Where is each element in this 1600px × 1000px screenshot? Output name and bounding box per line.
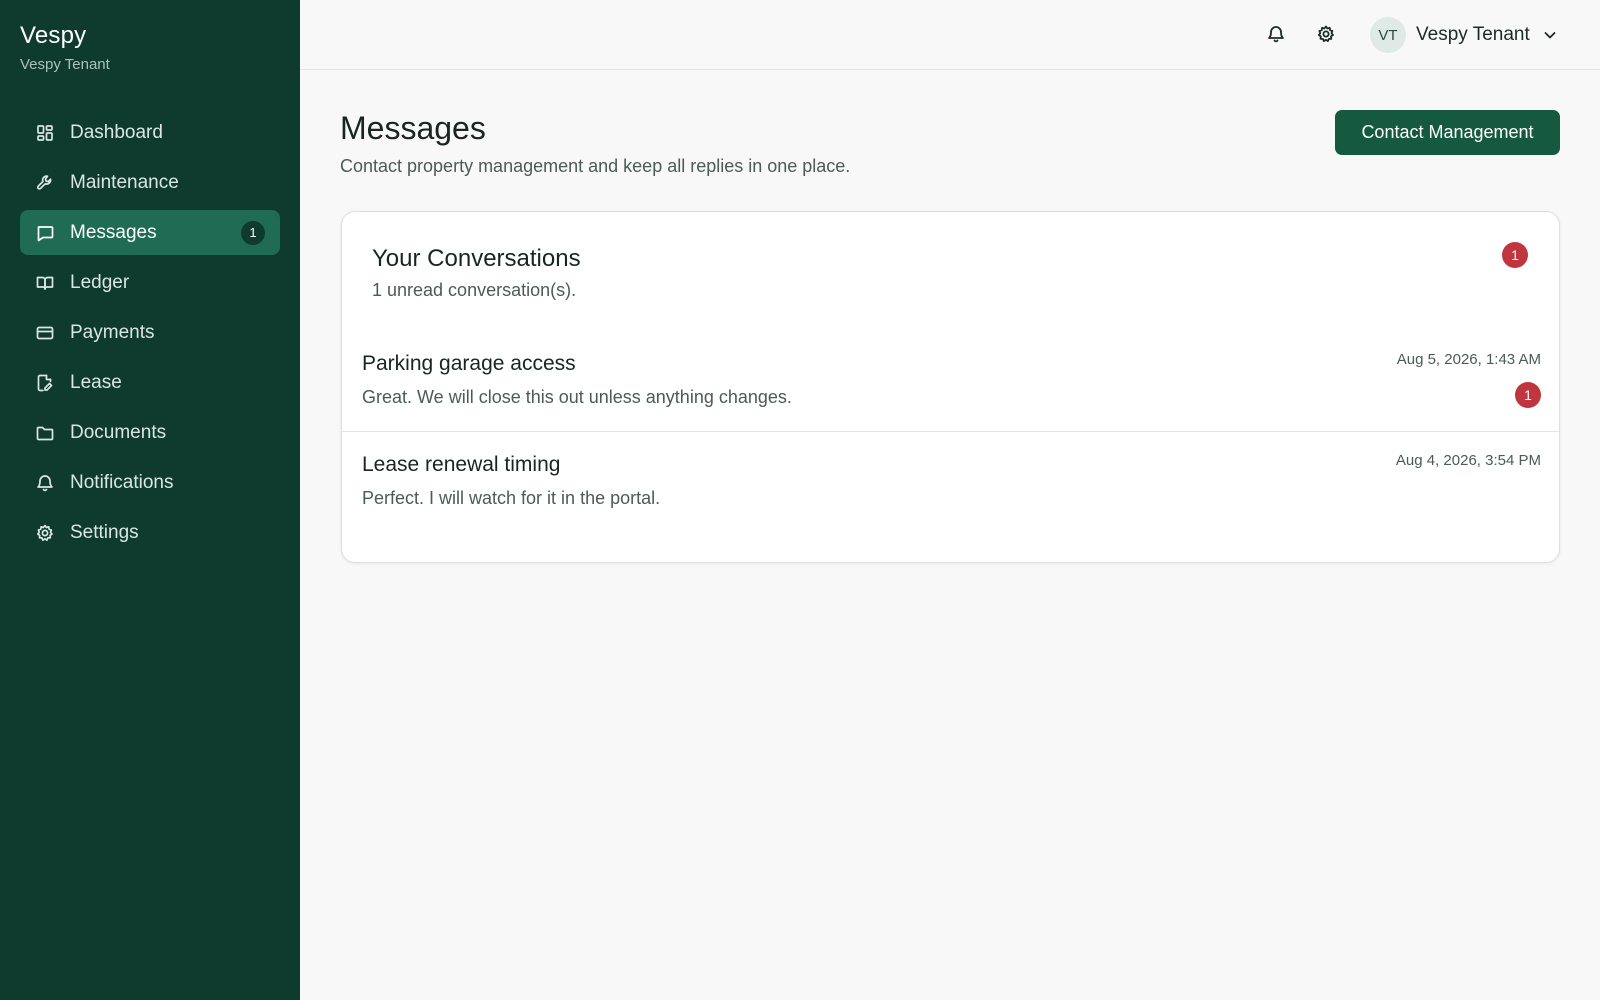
conversation-title: Parking garage access — [362, 352, 576, 375]
contact-management-button[interactable]: Contact Management — [1335, 110, 1560, 155]
brand-name[interactable]: Vespy — [20, 22, 110, 50]
bell-icon — [35, 473, 55, 493]
conversation-item[interactable]: Parking garage access Great. We will clo… — [342, 332, 1559, 432]
sidebar-item-payments[interactable]: Payments — [20, 310, 280, 355]
wrench-icon — [35, 173, 55, 193]
card-title: Your Conversations — [372, 245, 581, 272]
brand: Vespy Vespy Tenant — [20, 22, 110, 73]
dashboard-icon — [35, 123, 55, 143]
settings-gear-icon[interactable] — [1314, 22, 1338, 46]
page-subtitle: Contact property management and keep all… — [340, 156, 851, 176]
sidebar-item-label: Maintenance — [70, 171, 179, 193]
message-icon — [35, 223, 55, 243]
sidebar-item-label: Dashboard — [70, 121, 163, 143]
conversation-title: Lease renewal timing — [362, 453, 561, 476]
file-edit-icon — [35, 373, 55, 393]
page-title: Messages — [340, 110, 486, 146]
conversation-timestamp: Aug 5, 2026, 1:43 AM — [1396, 351, 1541, 368]
folder-icon — [35, 423, 55, 443]
sidebar-item-notifications[interactable]: Notifications — [20, 460, 280, 505]
credit-card-icon — [35, 323, 55, 343]
chevron-down-icon — [1542, 26, 1560, 44]
topbar: VT Vespy Tenant — [300, 0, 1600, 70]
card-subtitle: 1 unread conversation(s). — [372, 280, 577, 300]
gear-icon — [35, 523, 55, 543]
sidebar-item-documents[interactable]: Documents — [20, 410, 280, 455]
messages-count-badge: 1 — [241, 220, 265, 245]
book-icon — [35, 273, 55, 293]
conversation-preview: Perfect. I will watch for it in the port… — [362, 488, 661, 508]
sidebar-item-label: Notifications — [70, 471, 174, 493]
sidebar-item-settings[interactable]: Settings — [20, 510, 280, 555]
sidebar-item-messages[interactable]: Messages 1 — [20, 210, 280, 255]
sidebar-item-label: Payments — [70, 321, 155, 343]
notifications-bell-icon[interactable] — [1264, 22, 1288, 46]
sidebar-nav: Dashboard Maintenance Messages 1 Ledger — [20, 110, 280, 560]
sidebar: Vespy Vespy Tenant Dashboard Maintenance… — [0, 0, 300, 1000]
sidebar-item-label: Ledger — [70, 271, 130, 293]
sidebar-item-label: Settings — [70, 521, 139, 543]
unread-count-badge: 1 — [1502, 242, 1528, 268]
sidebar-item-dashboard[interactable]: Dashboard — [20, 110, 280, 155]
brand-subtitle: Vespy Tenant — [20, 56, 110, 73]
sidebar-item-ledger[interactable]: Ledger — [20, 260, 280, 305]
sidebar-item-label: Lease — [70, 371, 122, 393]
conversation-unread-badge: 1 — [1515, 382, 1541, 408]
sidebar-item-label: Documents — [70, 421, 167, 443]
sidebar-item-lease[interactable]: Lease — [20, 360, 280, 405]
conversation-timestamp: Aug 4, 2026, 3:54 PM — [1395, 452, 1541, 469]
conversations-card: Your Conversations 1 unread conversation… — [341, 211, 1560, 563]
user-menu[interactable]: VT Vespy Tenant — [1370, 17, 1560, 53]
conversation-item[interactable]: Lease renewal timing Perfect. I will wat… — [342, 433, 1559, 533]
conversation-preview: Great. We will close this out unless any… — [362, 387, 792, 407]
avatar: VT — [1370, 17, 1406, 53]
user-name: Vespy Tenant — [1416, 24, 1530, 45]
sidebar-item-label: Messages — [70, 221, 157, 243]
sidebar-item-maintenance[interactable]: Maintenance — [20, 160, 280, 205]
